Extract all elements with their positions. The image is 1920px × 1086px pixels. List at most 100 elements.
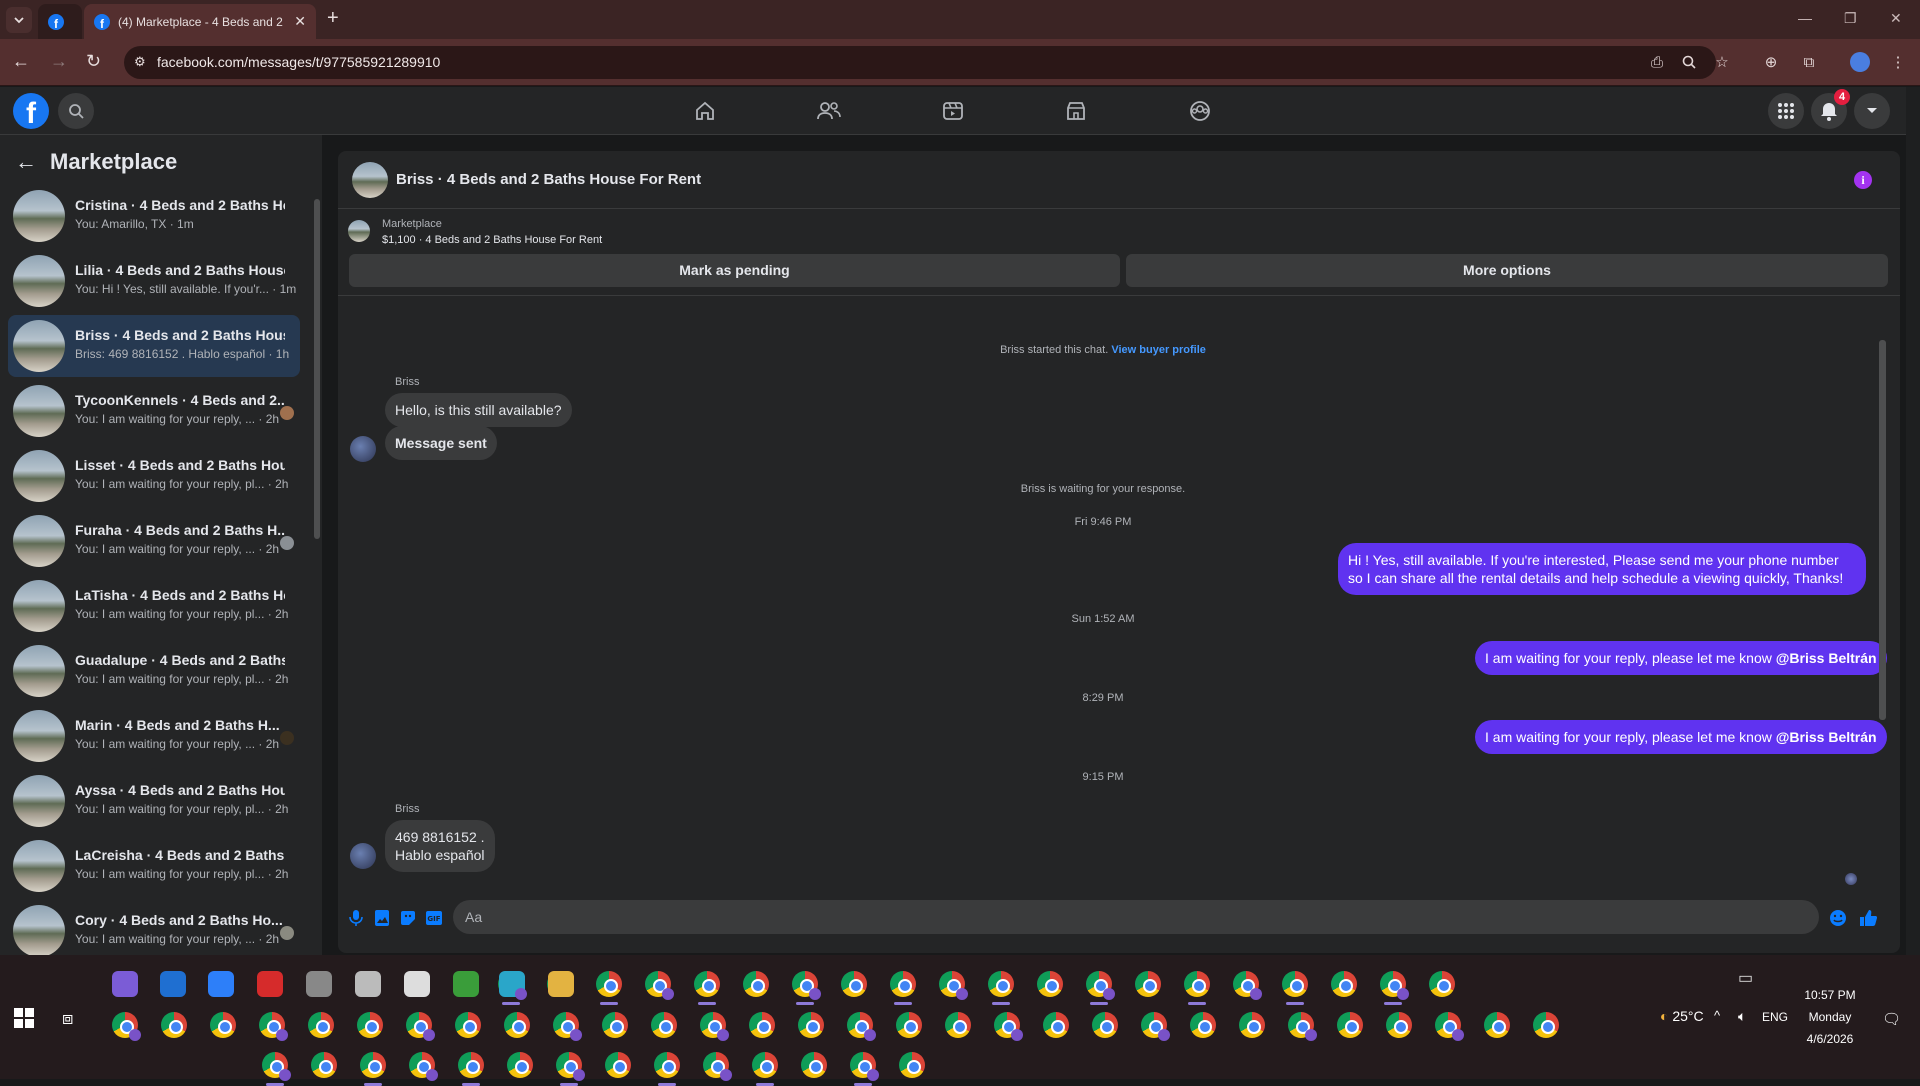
app-icon[interactable] (208, 971, 234, 997)
more-options-button[interactable]: More options (1126, 254, 1888, 287)
forward-icon[interactable]: → (50, 52, 68, 70)
bookmark-star-icon[interactable]: ☆ (1711, 51, 1733, 73)
chat-scrollbar-thumb[interactable] (1879, 340, 1886, 720)
chrome-taskbar-icon[interactable] (458, 1052, 484, 1078)
sender-avatar[interactable] (350, 436, 376, 462)
listing-price[interactable]: $1,100 · 4 Beds and 2 Baths House For Re… (382, 234, 602, 246)
listing-avatar[interactable] (352, 162, 388, 198)
chrome-icon[interactable] (453, 971, 479, 997)
conversation-item[interactable]: Furaha · 4 Beds and 2 Baths H... You: I … (8, 510, 300, 572)
tray-chevron-up-icon[interactable]: ^ (1714, 1008, 1720, 1023)
chrome-taskbar-icon[interactable] (504, 1012, 530, 1038)
chrome-taskbar-icon[interactable] (645, 971, 674, 1000)
chrome-taskbar-icon[interactable] (596, 971, 622, 997)
chrome-taskbar-icon[interactable] (1092, 1012, 1118, 1038)
chrome-taskbar-icon[interactable] (752, 1052, 778, 1078)
chrome-taskbar-icon[interactable] (847, 1012, 876, 1041)
search-button[interactable] (58, 93, 94, 129)
pinned-tab-facebook[interactable]: f (38, 4, 82, 39)
weather-widget[interactable]: ◐ 25°C (1660, 1008, 1704, 1024)
mention-tag[interactable]: @Briss Beltrán (1776, 729, 1877, 745)
chrome-taskbar-icon[interactable] (988, 971, 1014, 997)
translate-globe-icon[interactable]: ⊕ (1760, 51, 1782, 73)
conversation-item[interactable]: LaCreisha · 4 Beds and 2 Baths ... You: … (8, 835, 300, 897)
chrome-taskbar-icon[interactable] (1435, 1012, 1464, 1041)
chrome-taskbar-icon[interactable] (841, 971, 867, 997)
incoming-message[interactable]: Message sent (385, 426, 497, 460)
chrome-taskbar-icon[interactable] (654, 1052, 680, 1078)
chrome-taskbar-icon[interactable] (1331, 971, 1357, 997)
chrome-taskbar-icon[interactable] (161, 1012, 187, 1038)
outgoing-message[interactable]: Hi ! Yes, still available. If you're int… (1338, 543, 1866, 595)
language-indicator[interactable]: ENG (1762, 1010, 1788, 1024)
gif-icon[interactable]: GIF (424, 908, 444, 928)
sticker-icon[interactable] (398, 908, 418, 928)
chrome-taskbar-icon[interactable] (792, 971, 821, 1000)
extensions-icon[interactable]: ⧉ (1798, 51, 1820, 73)
chrome-taskbar-icon[interactable] (700, 1012, 729, 1041)
chrome-taskbar-icon[interactable] (945, 1012, 971, 1038)
incoming-message[interactable]: 469 8816152 . Hablo español (385, 820, 495, 872)
incoming-message[interactable]: Hello, is this still available? (385, 393, 572, 427)
sidebar-scrollbar-thumb[interactable] (314, 199, 320, 539)
chrome-taskbar-icon[interactable] (1239, 1012, 1265, 1038)
emoji-icon[interactable] (1828, 908, 1848, 928)
view-buyer-profile-link[interactable]: View buyer profile (1111, 344, 1206, 356)
settings-gear-icon[interactable] (355, 971, 381, 997)
notification-center-icon[interactable]: 🗨︎ (1882, 1010, 1901, 1028)
chrome-taskbar-icon[interactable] (798, 1012, 824, 1038)
reload-icon[interactable]: ↻ (86, 52, 101, 70)
chrome-taskbar-icon[interactable] (602, 1012, 628, 1038)
conversation-item[interactable]: Cristina · 4 Beds and 2 Baths Ho... You:… (8, 185, 300, 247)
chrome-taskbar-icon[interactable] (1337, 1012, 1363, 1038)
browser-menu-icon[interactable]: ⋮ (1887, 51, 1909, 73)
listing-thumbnail[interactable] (348, 220, 370, 242)
chrome-taskbar-icon[interactable] (308, 1012, 334, 1038)
facebook-logo[interactable]: f (13, 93, 49, 129)
chrome-taskbar-icon[interactable] (1282, 971, 1308, 997)
chrome-taskbar-icon[interactable] (112, 1012, 141, 1041)
info-icon[interactable]: i (1854, 171, 1872, 189)
marketplace-icon[interactable] (1060, 95, 1092, 127)
microphone-icon[interactable] (346, 908, 366, 928)
home-icon[interactable] (689, 95, 721, 127)
menu-grid-button[interactable] (1768, 93, 1804, 129)
chrome-taskbar-icon[interactable] (360, 1052, 386, 1078)
chrome-taskbar-icon[interactable] (210, 1012, 236, 1038)
chrome-taskbar-icon[interactable] (1037, 971, 1063, 997)
account-menu-button[interactable] (1854, 93, 1890, 129)
close-tab-icon[interactable]: ✕ (294, 13, 306, 30)
chrome-taskbar-icon[interactable] (1380, 971, 1409, 1000)
chrome-taskbar-icon[interactable] (406, 1012, 435, 1041)
opera-icon[interactable] (257, 971, 283, 997)
chrome-taskbar-icon[interactable] (1190, 1012, 1216, 1038)
file-explorer-icon[interactable] (548, 971, 574, 997)
friends-icon[interactable] (813, 95, 845, 127)
chrome-taskbar-icon[interactable] (749, 1012, 775, 1038)
windows-start-icon[interactable] (14, 1008, 34, 1028)
chrome-taskbar-icon[interactable] (311, 1052, 337, 1078)
task-view-icon[interactable]: ⧈ (62, 1008, 73, 1029)
thumbs-up-icon[interactable] (1858, 908, 1878, 928)
install-app-icon[interactable]: ⎙ (1646, 51, 1668, 73)
clock-day[interactable]: Monday (1802, 1010, 1858, 1024)
profile-avatar[interactable] (1850, 52, 1870, 72)
conversation-item[interactable]: Ayssa · 4 Beds and 2 Baths Hous... You: … (8, 770, 300, 832)
store-icon[interactable] (160, 971, 186, 997)
chrome-taskbar-icon[interactable] (890, 971, 916, 997)
conversation-item[interactable]: Lisset · 4 Beds and 2 Baths Hous... You:… (8, 445, 300, 507)
chrome-taskbar-icon[interactable] (553, 1012, 582, 1041)
chrome-taskbar-icon[interactable] (850, 1052, 879, 1081)
back-icon[interactable]: ← (12, 52, 30, 70)
chrome-taskbar-icon[interactable] (651, 1012, 677, 1038)
chrome-taskbar-icon[interactable] (556, 1052, 585, 1081)
chrome-taskbar-icon[interactable] (801, 1052, 827, 1078)
chrome-taskbar-icon[interactable] (703, 1052, 732, 1081)
chrome-taskbar-icon[interactable] (896, 1012, 922, 1038)
conversation-item[interactable]: TycoonKennels · 4 Beds and 2... You: I a… (8, 380, 300, 442)
conversation-item[interactable]: Lilia · 4 Beds and 2 Baths House... You:… (8, 250, 300, 312)
volume-icon[interactable]: 🔈︎ (1738, 1008, 1746, 1025)
copilot-icon[interactable] (112, 971, 138, 997)
new-tab-button[interactable]: + (327, 8, 339, 28)
chrome-taskbar-icon[interactable] (899, 1052, 925, 1078)
